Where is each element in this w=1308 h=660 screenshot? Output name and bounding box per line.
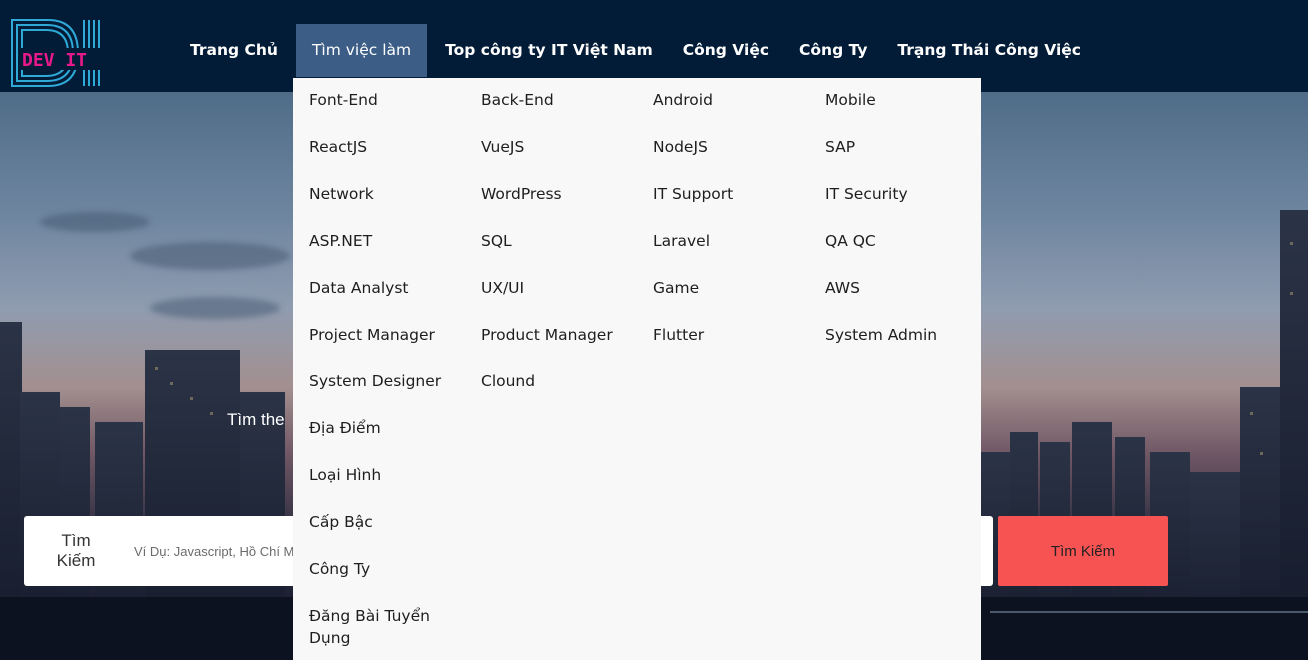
dropdown-item-system-admin[interactable]: System Admin bbox=[825, 324, 937, 346]
nav-find-jobs[interactable]: Tìm việc làm bbox=[295, 24, 428, 77]
dropdown-item-frontend[interactable]: Font-End bbox=[309, 89, 378, 111]
dropdown-item-aws[interactable]: AWS bbox=[825, 277, 860, 299]
dropdown-item-cloud[interactable]: Clound bbox=[481, 370, 535, 392]
dropdown-item-mobile[interactable]: Mobile bbox=[825, 89, 876, 111]
search-button[interactable]: Tìm Kiếm bbox=[998, 516, 1168, 586]
dropdown-item-product-manager[interactable]: Product Manager bbox=[481, 324, 613, 346]
dropdown-item-reactjs[interactable]: ReactJS bbox=[309, 136, 367, 158]
dropdown-item-it-support[interactable]: IT Support bbox=[653, 183, 733, 205]
nav-jobs[interactable]: Công Việc bbox=[671, 24, 781, 77]
search-input[interactable] bbox=[134, 536, 309, 566]
dropdown-item-qa-qc[interactable]: QA QC bbox=[825, 230, 876, 252]
nav-top-companies[interactable]: Top công ty IT Việt Nam bbox=[433, 24, 665, 77]
nav-companies[interactable]: Công Ty bbox=[787, 24, 879, 77]
dropdown-item-nodejs[interactable]: NodeJS bbox=[653, 136, 708, 158]
dropdown-item-system-designer[interactable]: System Designer bbox=[309, 370, 441, 392]
dropdown-item-network[interactable]: Network bbox=[309, 183, 374, 205]
main-nav: Trang Chủ Tìm việc làm Top công ty IT Vi… bbox=[178, 24, 1093, 77]
dropdown-item-post-job[interactable]: Đăng Bài Tuyển Dụng bbox=[309, 605, 459, 649]
dropdown-item-laravel[interactable]: Laravel bbox=[653, 230, 710, 252]
dropdown-item-level[interactable]: Cấp Bậc bbox=[309, 511, 373, 533]
dropdown-item-game[interactable]: Game bbox=[653, 277, 699, 299]
logo-text: DEV IT bbox=[22, 50, 87, 71]
dropdown-item-data-analyst[interactable]: Data Analyst bbox=[309, 277, 409, 299]
dropdown-item-flutter[interactable]: Flutter bbox=[653, 324, 704, 346]
hero-heading: Tìm the bbox=[227, 410, 285, 429]
dropdown-item-aspnet[interactable]: ASP.NET bbox=[309, 230, 372, 252]
search-label: Tìm Kiếm bbox=[56, 531, 96, 570]
dropdown-item-vuejs[interactable]: VueJS bbox=[481, 136, 524, 158]
nav-home[interactable]: Trang Chủ bbox=[178, 24, 290, 77]
dropdown-item-sap[interactable]: SAP bbox=[825, 136, 855, 158]
dropdown-item-company[interactable]: Công Ty bbox=[309, 558, 370, 580]
dropdown-item-wordpress[interactable]: WordPress bbox=[481, 183, 562, 205]
job-categories-dropdown: Font-End ReactJS Network ASP.NET Data An… bbox=[293, 78, 981, 660]
devit-logo[interactable]: DEV IT bbox=[8, 16, 106, 90]
dropdown-item-uxui[interactable]: UX/UI bbox=[481, 277, 524, 299]
dropdown-item-it-security[interactable]: IT Security bbox=[825, 183, 908, 205]
dropdown-item-android[interactable]: Android bbox=[653, 89, 713, 111]
dropdown-item-job-type[interactable]: Loại Hình bbox=[309, 464, 381, 486]
dropdown-item-sql[interactable]: SQL bbox=[481, 230, 512, 252]
dropdown-item-location[interactable]: Địa Điểm bbox=[309, 417, 381, 439]
dropdown-item-project-manager[interactable]: Project Manager bbox=[309, 324, 435, 346]
dropdown-item-backend[interactable]: Back-End bbox=[481, 89, 554, 111]
nav-job-status[interactable]: Trạng Thái Công Việc bbox=[885, 24, 1093, 77]
